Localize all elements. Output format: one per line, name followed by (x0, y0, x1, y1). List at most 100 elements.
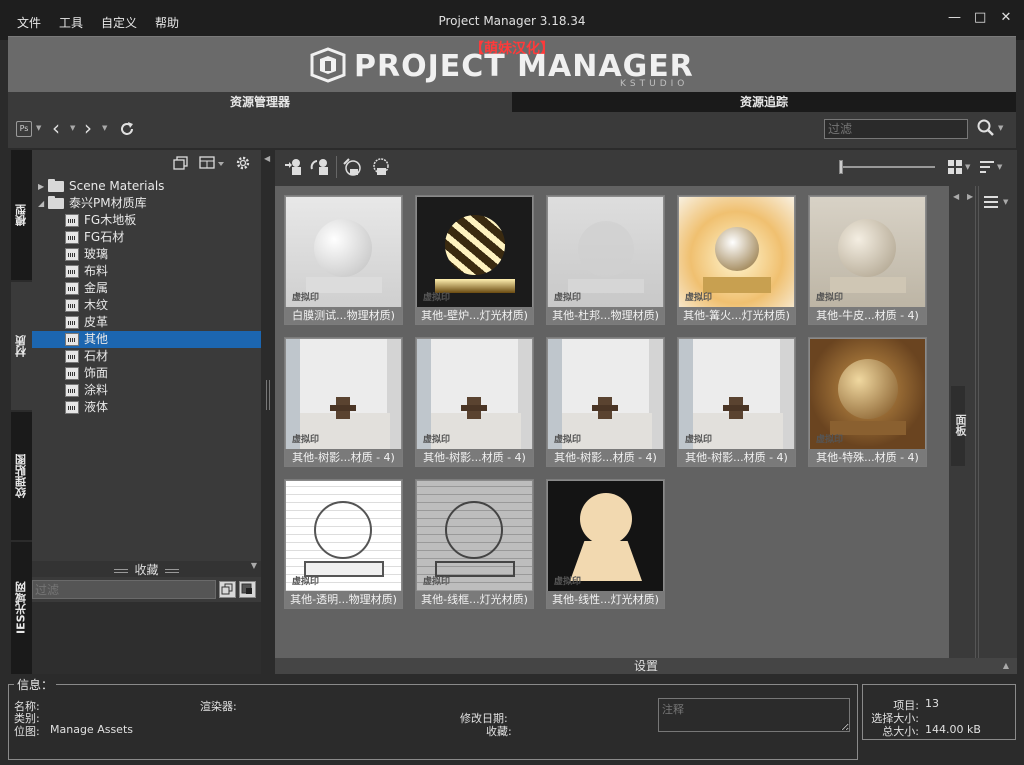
ps-dropdown-icon[interactable]: ▼ (36, 124, 41, 132)
tab-textures[interactable]: 纹理贴图 (11, 412, 32, 540)
collapse-left-icon[interactable]: ◀ (264, 154, 270, 163)
collapse-right-icon[interactable]: ◀ (953, 192, 959, 201)
tab-models[interactable]: 模型 (11, 150, 32, 280)
material-thumbnail[interactable]: 虚拟印白膜测试...物理材质) (284, 195, 403, 325)
tree-item-material-category[interactable]: 石材 (32, 348, 261, 365)
material-thumbnail[interactable]: 虚拟印 其他-线框...灯光材质) (415, 479, 534, 609)
material-preview-image: 虚拟印 (548, 197, 663, 307)
tree-item-material-category[interactable]: 其他 (32, 331, 261, 348)
favorites-list[interactable] (32, 602, 261, 674)
material-thumbnail[interactable]: 虚拟印 其他-特殊...材质 - 4) (808, 337, 927, 467)
thumbnail-caption: 其他-壁炉...灯光材质) (416, 307, 533, 324)
watermark-label: 虚拟印 (423, 577, 451, 587)
window-controls: — □ ✕ (948, 10, 1012, 25)
material-thumbnail[interactable]: 虚拟印 其他-杜邦...物理材质) (546, 195, 665, 325)
watermark-label: 虚拟印 (685, 293, 713, 303)
tab-asset-browser[interactable]: 资源管理器 (8, 92, 512, 112)
list-dropdown-icon[interactable]: ▼ (1003, 198, 1008, 206)
forward-dropdown-icon[interactable]: ▼ (102, 124, 107, 132)
close-button[interactable]: ✕ (1000, 10, 1012, 25)
material-thumbnail[interactable]: 虚拟印 其他-树影...材质 - 4) (415, 337, 534, 467)
material-thumbnail[interactable]: 虚拟印 其他-线性...灯光材质) (546, 479, 665, 609)
material-preview-image: 虚拟印 (286, 197, 401, 307)
watermark-label: 虚拟印 (292, 293, 320, 303)
back-icon[interactable]: ‹ (52, 116, 60, 140)
renderer-label: 渲染器: (200, 700, 237, 713)
favorites-header[interactable]: 收藏 ▼ (32, 561, 261, 577)
tree-item-scene-materials[interactable]: ▶ Scene Materials (32, 178, 261, 195)
tree-item-material-category[interactable]: FG石材 (32, 229, 261, 246)
details-panel-tab[interactable]: 面板 (951, 386, 967, 466)
zoom-slider-handle[interactable] (839, 160, 843, 174)
menu-customize[interactable]: 自定义 (92, 14, 146, 31)
material-preview-image: 虚拟印 (286, 481, 401, 591)
expand-right-icon[interactable]: ▶ (967, 192, 973, 201)
sort-dropdown-icon[interactable]: ▼ (997, 163, 1002, 171)
thumbnail-caption: 其他-树影...材质 - 4) (416, 449, 533, 466)
material-thumbnail[interactable]: 虚拟印 其他-树影...材质 - 4) (546, 337, 665, 467)
favorites-remove-icon[interactable] (239, 581, 256, 598)
tree-item-library-root[interactable]: ◢ 泰兴PM材质库 (32, 195, 261, 212)
merge-icon[interactable] (283, 157, 305, 177)
material-library-icon (65, 265, 79, 278)
filter-input[interactable] (824, 119, 968, 139)
title-bar: 文件 工具 自定义 帮助 Project Manager 3.18.34 — □… (0, 0, 1024, 40)
tab-materials[interactable]: 材质 (11, 282, 32, 410)
material-thumbnail[interactable]: 虚拟印 其他-篝火...灯光材质) (677, 195, 796, 325)
maximize-button[interactable]: □ (974, 10, 986, 25)
menu-file[interactable]: 文件 (8, 14, 50, 31)
search-icon[interactable] (976, 118, 996, 138)
thumbnail-grid: 虚拟印 白膜测试...物理材质) 虚拟印 其他-壁炉...灯光材质) 虚拟印 其他-杜邦.… (275, 186, 949, 658)
gear-icon[interactable] (235, 155, 251, 171)
favorites-dropdown-icon[interactable]: ▼ (251, 561, 257, 570)
watermark-label: 虚拟印 (554, 435, 582, 445)
tree-item-material-category[interactable]: 布料 (32, 263, 261, 280)
tab-ies-lights[interactable]: IES光域网 (11, 542, 32, 674)
material-preview-image: 虚拟印 (286, 339, 401, 449)
tree-item-material-category[interactable]: 玻璃 (32, 246, 261, 263)
tree-item-material-category[interactable]: 木纹 (32, 297, 261, 314)
brand-banner: 【萌妹汉化】 PROJECT MANAGER KSTUDIO (8, 36, 1016, 92)
folder-icon (48, 179, 64, 192)
menu-help[interactable]: 帮助 (146, 14, 188, 31)
favorites-filter-input[interactable] (32, 580, 216, 599)
forward-icon[interactable]: › (84, 116, 92, 140)
layout-icon[interactable] (199, 156, 225, 170)
tree-item-material-category[interactable]: 液体 (32, 399, 261, 416)
view-dropdown-icon[interactable]: ▼ (965, 163, 970, 171)
thumbnail-caption: 白膜测试...物理材质) (285, 307, 402, 324)
watermark-label: 虚拟印 (292, 577, 320, 587)
grid-view-icon[interactable] (947, 159, 963, 175)
material-thumbnail[interactable]: 虚拟印 其他-树影...材质 - 4) (284, 337, 403, 467)
notes-field[interactable] (658, 698, 850, 732)
search-dropdown-icon[interactable]: ▼ (998, 124, 1003, 132)
settings-bar[interactable]: 设置 ▲ (275, 658, 1017, 674)
tree-item-material-category[interactable]: 金属 (32, 280, 261, 297)
favorites-copy-icon[interactable] (219, 581, 236, 598)
tree-item-material-category[interactable]: 饰面 (32, 365, 261, 382)
material-editor-icon[interactable] (369, 156, 391, 178)
menu-tools[interactable]: 工具 (50, 14, 92, 31)
tab-asset-tracking[interactable]: 资源追踪 (512, 92, 1016, 112)
material-thumbnail[interactable]: 虚拟印 其他-壁炉...灯光材质) (415, 195, 534, 325)
expand-icon[interactable]: ▶ (38, 178, 44, 195)
material-thumbnail[interactable]: 虚拟印 其他-牛皮...材质 - 4) (808, 195, 927, 325)
menu-list-icon[interactable] (983, 194, 1001, 210)
collapse-icon[interactable]: ◢ (38, 195, 44, 212)
sort-icon[interactable] (979, 159, 995, 175)
back-dropdown-icon[interactable]: ▼ (70, 124, 75, 132)
material-thumbnail[interactable]: 虚拟印 其他-树影...材质 - 4) (677, 337, 796, 467)
refresh-icon[interactable] (118, 120, 136, 138)
tree-item-material-category[interactable]: FG木地板 (32, 212, 261, 229)
settings-expand-icon[interactable]: ▲ (1003, 658, 1009, 674)
new-library-icon[interactable] (173, 156, 189, 170)
panel-splitter[interactable]: ◀ (261, 150, 275, 674)
material-assign-icon[interactable] (341, 156, 363, 178)
material-thumbnail[interactable]: 虚拟印 其他-透明...物理材质) (284, 479, 403, 609)
tree-item-material-category[interactable]: 皮革 (32, 314, 261, 331)
photoshop-icon[interactable]: Ps (16, 121, 32, 137)
replace-icon[interactable] (309, 157, 331, 177)
tree-item-material-category[interactable]: 涂料 (32, 382, 261, 399)
minimize-button[interactable]: — (948, 10, 961, 25)
zoom-slider[interactable] (839, 166, 935, 168)
